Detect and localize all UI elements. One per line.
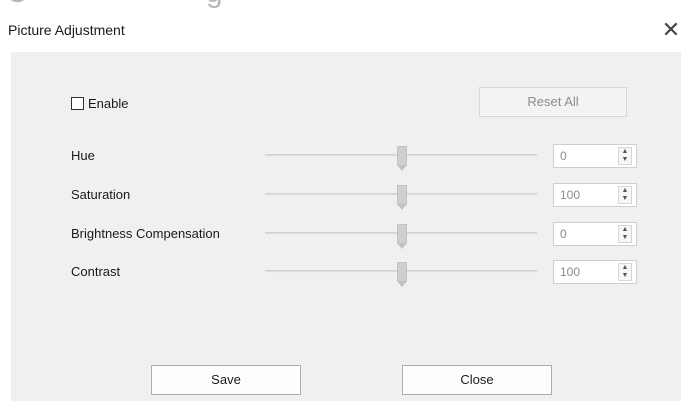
param-row-hue: Hue 0 ▲ ▼ [11,144,681,172]
brightness-compensation-spin-buttons: ▲ ▼ [618,225,632,243]
hue-spinbox[interactable]: 0 ▲ ▼ [553,144,637,168]
brightness-compensation-slider[interactable] [265,222,537,249]
enable-label: Enable [88,95,129,111]
dialog-body: Enable Reset All Hue 0 ▲ ▼ Saturation 10… [11,52,681,401]
saturation-slider-thumb[interactable] [397,185,407,210]
contrast-slider-thumb[interactable] [397,262,407,287]
saturation-spin-buttons: ▲ ▼ [618,186,632,204]
dialog-titlebar[interactable]: Picture Adjustment ✕ [0,10,681,52]
hue-value[interactable]: 0 [560,149,567,163]
contrast-spin-up-icon[interactable]: ▲ [619,264,631,272]
reset-all-button[interactable]: Reset All [479,87,627,117]
close-button[interactable]: Close [402,365,552,395]
hue-label: Hue [71,148,95,163]
saturation-spin-down-icon[interactable]: ▼ [619,195,631,203]
param-row-contrast: Contrast 100 ▲ ▼ [11,260,681,288]
contrast-label: Contrast [71,264,121,279]
picture-adjustment-dialog: Picture Adjustment ✕ Enable Reset All Hu… [0,10,681,401]
save-button[interactable]: Save [151,365,301,395]
contrast-spinbox[interactable]: 100 ▲ ▼ [553,260,637,284]
brightness-compensation-label: Brightness Compensation [71,226,220,241]
hue-spin-buttons: ▲ ▼ [618,147,632,165]
brightness-compensation-spinbox[interactable]: 0 ▲ ▼ [553,222,637,246]
brightness-compensation-spin-down-icon[interactable]: ▼ [619,234,631,242]
contrast-spin-down-icon[interactable]: ▼ [619,272,631,280]
brightness-compensation-slider-thumb[interactable] [397,224,407,249]
enable-checkbox[interactable]: Enable [71,94,128,112]
saturation-spinbox[interactable]: 100 ▲ ▼ [553,183,637,207]
hue-slider-thumb[interactable] [397,146,407,171]
hue-spin-up-icon[interactable]: ▲ [619,148,631,156]
contrast-value[interactable]: 100 [560,265,580,279]
saturation-slider[interactable] [265,183,537,210]
param-row-brightness-compensation: Brightness Compensation 0 ▲ ▼ [11,222,681,250]
brightness-compensation-value[interactable]: 0 [560,227,567,241]
saturation-spin-up-icon[interactable]: ▲ [619,187,631,195]
saturation-label: Saturation [71,187,131,202]
background-text-left: C [6,0,29,10]
contrast-spin-buttons: ▲ ▼ [618,263,632,281]
background-text-main: g [206,0,224,10]
hue-slider[interactable] [265,144,537,171]
screenshot-canvas: C g Picture Adjustment ✕ Enable Reset Al… [0,0,681,401]
saturation-value[interactable]: 100 [560,188,580,202]
hue-spin-down-icon[interactable]: ▼ [619,156,631,164]
close-icon[interactable]: ✕ [661,16,681,44]
brightness-compensation-spin-up-icon[interactable]: ▲ [619,226,631,234]
contrast-slider[interactable] [265,260,537,287]
checkbox-box[interactable] [71,96,84,110]
dialog-title: Picture Adjustment [8,22,125,38]
param-row-saturation: Saturation 100 ▲ ▼ [11,183,681,211]
